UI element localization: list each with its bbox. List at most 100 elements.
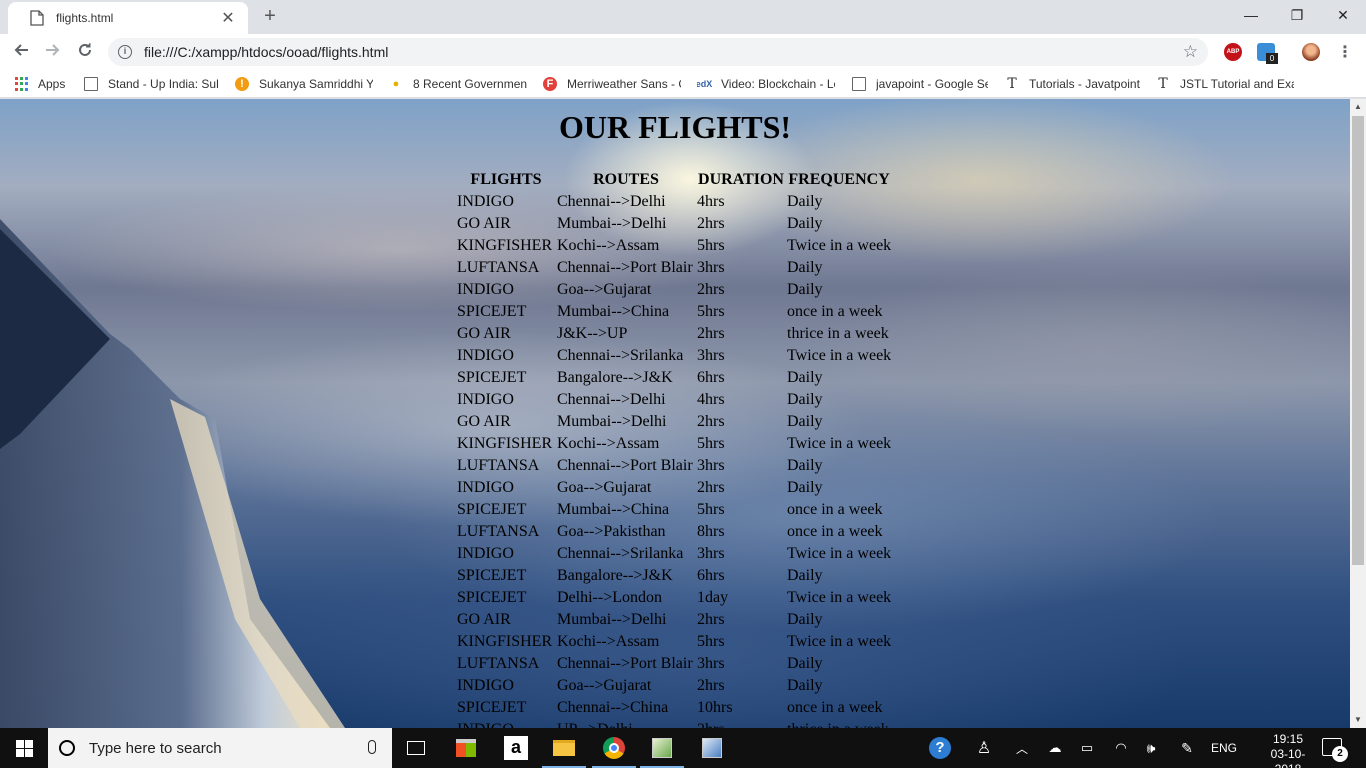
profile-avatar[interactable] (1302, 43, 1320, 61)
restore-button[interactable]: ❐ (1274, 0, 1320, 30)
edx-icon: edX (697, 79, 713, 89)
table-row: LUFTANSA Chennai-->Port Blair 3hrs Daily (457, 653, 891, 675)
duration-cell: 2hrs (697, 215, 725, 232)
chevron-up-icon[interactable]: ︿ (1012, 728, 1032, 768)
frequency-cell: Twice in a week (787, 237, 892, 254)
bookmark-star-icon[interactable]: ☆ (1183, 42, 1198, 62)
route-cell: Mumbai-->Delhi (557, 611, 667, 628)
scroll-up-arrow-icon[interactable]: ▲ (1350, 99, 1366, 115)
start-button[interactable] (0, 728, 48, 768)
windows-taskbar: Type here to search a ? ♙ ︿ ☁ ▭ ◠ 🕪 ✎ EN… (0, 728, 1366, 768)
column-header: FLIGHTS (470, 171, 542, 188)
scrollbar-thumb[interactable] (1352, 116, 1364, 565)
table-row: INDIGO Goa-->Gujarat 2hrs Daily (457, 675, 891, 697)
airplane-wing-image (0, 219, 345, 728)
notification-count-badge: 2 (1332, 746, 1348, 762)
duration-cell: 5hrs (697, 435, 725, 452)
flight-cell: INDIGO (457, 479, 514, 496)
menu-dots-icon[interactable]: ⋮ (1337, 42, 1353, 62)
minimize-button[interactable]: — (1228, 0, 1274, 30)
column-header: ROUTES (593, 171, 659, 188)
duration-cell: 5hrs (697, 501, 725, 518)
back-button[interactable] (8, 40, 34, 64)
address-bar[interactable]: i file:///C:/xampp/htdocs/ooad/flights.h… (108, 38, 1208, 66)
duration-cell: 2hrs (697, 719, 785, 728)
table-row: INDIGO Goa-->Gujarat 2hrs Daily (457, 477, 891, 499)
page-scrollbar[interactable]: ▲ ▼ (1350, 99, 1366, 728)
t-icon: T (1158, 76, 1168, 92)
folder-icon (553, 740, 575, 756)
close-window-button[interactable]: ✕ (1320, 0, 1366, 30)
chrome-icon (603, 737, 625, 759)
url-text[interactable]: file:///C:/xampp/htdocs/ooad/flights.htm… (144, 44, 388, 60)
table-row: INDIGO Goa-->Gujarat 2hrs Daily (457, 279, 891, 301)
adblock-plus-icon[interactable]: ABP (1224, 43, 1242, 61)
extension-badge: 0 (1266, 53, 1278, 64)
frequency-cell: thrice in a week (787, 719, 891, 728)
bookmark-javapoint-google[interactable]: javapoint - Google Se (852, 76, 988, 92)
bookmark-merriweather[interactable]: F Merriweather Sans - G (543, 76, 681, 92)
pen-icon[interactable]: ✎ (1176, 728, 1198, 768)
flight-cell: KINGFISHER (457, 633, 553, 650)
duration-cell: 3hrs (697, 655, 725, 672)
frequency-cell: Daily (787, 281, 823, 298)
bookmark-stand-up-india[interactable]: Stand - Up India: Sub (84, 76, 218, 92)
bookmarks-bar: Apps Stand - Up India: Sub ! Sukanya Sam… (0, 70, 1366, 98)
chrome-app-button[interactable] (590, 728, 638, 768)
tab-title: flights.html (56, 11, 114, 25)
file-explorer-button[interactable] (540, 728, 588, 768)
onedrive-icon[interactable]: ☁ (1044, 728, 1066, 768)
frequency-cell: once in a week (787, 699, 883, 716)
tab-strip: flights.html ✕ + — ❐ ✕ (0, 0, 1366, 34)
flight-cell: SPICEJET (457, 303, 527, 320)
table-row: KINGFISHER Kochi-->Assam 5hrs Twice in a we… (457, 631, 891, 653)
forward-button[interactable] (40, 40, 66, 64)
bookmark-sukanya[interactable]: ! Sukanya Samriddhi Yo (235, 76, 373, 92)
search-placeholder[interactable]: Type here to search (89, 740, 222, 757)
duration-cell: 6hrs (697, 369, 725, 386)
frequency-cell: once in a week (787, 523, 883, 540)
table-row: SPICEJET Chennai-->China 10hrs once in a we… (457, 697, 891, 719)
taskbar-search-box[interactable]: Type here to search (48, 728, 392, 768)
duration-cell: 2hrs (697, 479, 725, 496)
bookmark-apps[interactable]: Apps (14, 76, 74, 92)
image-app-button[interactable] (638, 728, 686, 768)
image-app-2-icon (702, 738, 722, 758)
flight-cell: LUFTANSA (457, 457, 540, 474)
help-tray-button[interactable]: ? (928, 728, 952, 768)
route-cell: Chennai-->Port Blair (557, 259, 693, 276)
browser-tab[interactable]: flights.html ✕ (8, 2, 248, 34)
duration-cell: 5hrs (697, 633, 725, 650)
bookmark-blockchain[interactable]: edX Video: Blockchain - Le (697, 76, 835, 92)
duration-cell: 2hrs (697, 611, 725, 628)
flight-cell: KINGFISHER (457, 237, 553, 254)
store-app-button[interactable] (442, 728, 490, 768)
bookmark-government[interactable]: ● 8 Recent Governmen (389, 76, 527, 92)
people-icon[interactable]: ♙ (972, 728, 996, 768)
reload-button[interactable] (72, 40, 98, 64)
new-tab-button[interactable]: + (258, 5, 282, 29)
amazon-app-button[interactable]: a (492, 728, 540, 768)
bookmark-tutorials-javatpoint[interactable]: T Tutorials - Javatpoint (1005, 76, 1145, 92)
forward-arrow-icon (46, 44, 60, 56)
taskbar-clock[interactable]: 19:15 03-10-2018 (1260, 728, 1316, 768)
image-app-2-button[interactable] (688, 728, 736, 768)
task-view-button[interactable] (392, 728, 440, 768)
scroll-down-arrow-icon[interactable]: ▼ (1350, 712, 1366, 728)
table-row: GO AIR Mumbai-->Delhi 2hrs Daily (457, 411, 891, 433)
frequency-cell: Daily (787, 259, 823, 276)
clock-date: 03-10-2018 (1270, 747, 1306, 768)
table-row: LUFTANSA Goa-->Pakisthan 8hrs once in a wee… (457, 521, 891, 543)
language-indicator[interactable]: ENG (1206, 728, 1242, 768)
volume-icon[interactable]: 🕪 (1140, 728, 1162, 768)
close-tab-icon[interactable]: ✕ (220, 8, 236, 28)
battery-icon[interactable]: ▭ (1076, 728, 1098, 768)
flight-cell: SPICEJET (457, 699, 527, 716)
duration-cell: 4hrs (697, 193, 725, 210)
info-icon[interactable]: i (118, 45, 132, 59)
store-icon (456, 739, 476, 757)
t-icon: T (1007, 76, 1017, 92)
microphone-icon[interactable] (368, 740, 376, 754)
bookmark-jstl-tutorial[interactable]: T JSTL Tutorial and Exa (1156, 76, 1294, 92)
wifi-icon[interactable]: ◠ (1110, 728, 1132, 768)
